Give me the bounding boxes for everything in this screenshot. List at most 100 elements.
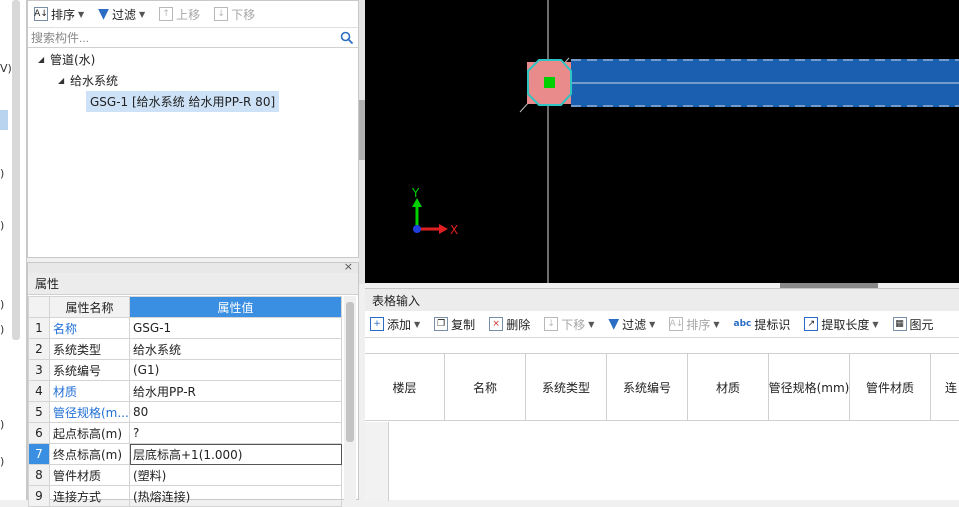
canvas-svg: Y X	[411, 0, 959, 283]
property-value[interactable]: (G1)	[129, 359, 342, 381]
property-value[interactable]: 层底标高+1(1.000)	[129, 443, 342, 465]
expand-triangle-icon[interactable]: ◢	[38, 55, 50, 64]
property-row[interactable]: 3 系统编号 (G1)	[28, 359, 342, 381]
extract-label-icon: abc	[733, 319, 752, 329]
column-header[interactable]: 管径规格(mm)	[769, 354, 850, 420]
sort-button[interactable]: A↓ 排序 ▼	[667, 313, 721, 335]
left-fragment: V)	[0, 62, 12, 75]
component-toolbar: A↓ 排序 ▼ ▼ 过滤 ▼ ↑ 上移 ↓ 下移	[28, 1, 358, 28]
search-input[interactable]	[31, 30, 340, 45]
move-down-button[interactable]: ↓ 下移 ▼	[542, 313, 596, 335]
grid-row-header	[365, 422, 389, 501]
properties-scrollbar[interactable]	[344, 296, 356, 501]
property-value[interactable]: 80	[129, 401, 342, 423]
scrollbar-thumb[interactable]	[346, 302, 354, 442]
row-index: 5	[28, 401, 50, 423]
chevron-down-icon: ▼	[414, 319, 421, 329]
drawing-button[interactable]: ▦ 图元	[891, 313, 936, 335]
extract-length-icon: ↗	[804, 317, 819, 331]
property-value[interactable]: (塑料)	[129, 464, 342, 486]
column-header[interactable]: 系统类型	[526, 354, 607, 420]
chevron-down-icon: ▼	[713, 319, 720, 329]
column-header[interactable]: 名称	[445, 354, 526, 420]
chevron-down-icon: ▼	[872, 319, 879, 329]
left-fragment: )	[0, 455, 5, 468]
table-input-title: 表格输入	[365, 289, 959, 311]
table-input-panel: 表格输入 + 添加 ▼ ❐ 复制 × 删除 ↓ 下移 ▼ ▼ 过滤 ▼ A↓ 排…	[365, 288, 959, 501]
property-name: 材质	[49, 380, 130, 402]
column-header-value: 属性值	[129, 296, 342, 318]
left-fragment: )	[0, 418, 5, 431]
delete-button[interactable]: × 删除	[487, 313, 532, 335]
tree-node-label: GSG-1 [给水系统 给水用PP-R 80]	[86, 91, 280, 112]
column-header[interactable]: 连	[931, 354, 959, 420]
extract-length-button[interactable]: ↗ 提取长度 ▼	[802, 313, 880, 335]
property-value[interactable]: 给水系统	[129, 338, 342, 360]
search-icon[interactable]	[340, 31, 354, 45]
property-name: 连接方式	[49, 485, 130, 507]
property-row[interactable]: 9 连接方式 (热熔连接)	[28, 485, 342, 507]
tree-node-gsg1[interactable]: GSG-1 [给水系统 给水用PP-R 80]	[28, 91, 358, 112]
drawing-canvas[interactable]: Y X	[365, 0, 959, 283]
close-icon[interactable]: ×	[344, 260, 353, 273]
tree-node-system[interactable]: ◢ 给水系统	[28, 70, 358, 91]
property-row[interactable]: 8 管件材质 (塑料)	[28, 464, 342, 486]
move-down-button[interactable]: ↓ 下移	[212, 3, 257, 25]
sort-button[interactable]: A↓ 排序 ▼	[32, 3, 86, 25]
column-header[interactable]: 材质	[688, 354, 769, 420]
table-input-toolbar: + 添加 ▼ ❐ 复制 × 删除 ↓ 下移 ▼ ▼ 过滤 ▼ A↓ 排序 ▼ a…	[365, 311, 959, 338]
property-row[interactable]: 5 管径规格(m... 80	[28, 401, 342, 423]
pipe-node[interactable]	[544, 77, 555, 88]
property-row[interactable]: 4 材质 给水用PP-R	[28, 380, 342, 402]
component-panel: A↓ 排序 ▼ ▼ 过滤 ▼ ↑ 上移 ↓ 下移 ◢ 管道(水) ◢	[27, 0, 359, 258]
property-row[interactable]: 1 名称 GSG-1	[28, 317, 342, 339]
row-index: 4	[28, 380, 50, 402]
chevron-down-icon: ▼	[588, 319, 595, 329]
copy-button[interactable]: ❐ 复制	[432, 313, 477, 335]
copy-icon: ❐	[434, 317, 449, 331]
sort-label: 排序	[686, 317, 711, 332]
expand-triangle-icon[interactable]: ◢	[58, 76, 70, 85]
column-header[interactable]: 系统编号	[607, 354, 688, 420]
filter-icon: ▼	[608, 316, 620, 332]
filter-label: 过滤	[111, 7, 136, 22]
column-header[interactable]: 管件材质	[850, 354, 931, 420]
arrow-down-icon: ↓	[214, 7, 229, 21]
left-fragment: )	[0, 219, 5, 232]
tree-node-pipe[interactable]: ◢ 管道(水)	[28, 49, 358, 70]
property-row[interactable]: 7 终点标高(m) 层底标高+1(1.000)	[28, 443, 342, 465]
properties-table: 属性名称 属性值 1 名称 GSG-1 2 系统类型 给水系统 3 系统编号 (G1) 4 材质 给水…	[28, 296, 342, 507]
chevron-down-icon: ▼	[649, 319, 656, 329]
property-name: 管件材质	[49, 464, 130, 486]
axis-y-label: Y	[411, 186, 420, 200]
extract-label-button[interactable]: abc 提标识	[732, 313, 793, 335]
move-down-label: 下移	[561, 317, 586, 332]
tree-node-label: 管道(水)	[50, 53, 96, 67]
sort-icon: A↓	[669, 317, 684, 331]
left-scrollbar[interactable]	[12, 0, 20, 340]
property-value[interactable]: (热熔连接)	[129, 485, 342, 507]
move-up-button[interactable]: ↑ 上移	[157, 3, 202, 25]
row-index: 1	[28, 317, 50, 339]
add-button[interactable]: + 添加 ▼	[368, 313, 422, 335]
property-value[interactable]: 给水用PP-R	[129, 380, 342, 402]
property-row[interactable]: 6 起点标高(m)?	[28, 422, 342, 444]
property-row[interactable]: 2 系统类型 给水系统	[28, 338, 342, 360]
filter-button[interactable]: ▼ 过滤 ▼	[96, 3, 147, 25]
properties-title: 属性	[28, 273, 358, 295]
left-fragment: )	[0, 323, 5, 336]
row-index: 7	[28, 443, 50, 465]
copy-label: 复制	[451, 317, 476, 332]
column-header[interactable]: 楼层	[365, 354, 445, 420]
filter-button[interactable]: ▼ 过滤 ▼	[606, 313, 657, 335]
property-name: 系统编号	[49, 359, 130, 381]
left-strip: V) ) ) ) ) ) )	[0, 0, 27, 500]
filter-icon: ▼	[98, 6, 109, 22]
property-value[interactable]: GSG-1	[129, 317, 342, 339]
delete-label: 删除	[506, 317, 531, 332]
property-name: 系统类型	[49, 338, 130, 360]
row-index: 9	[28, 485, 50, 507]
arrow-down-icon: ↓	[544, 317, 559, 331]
property-value[interactable]: ?	[129, 422, 342, 444]
x-axis-arrowhead	[439, 224, 448, 234]
